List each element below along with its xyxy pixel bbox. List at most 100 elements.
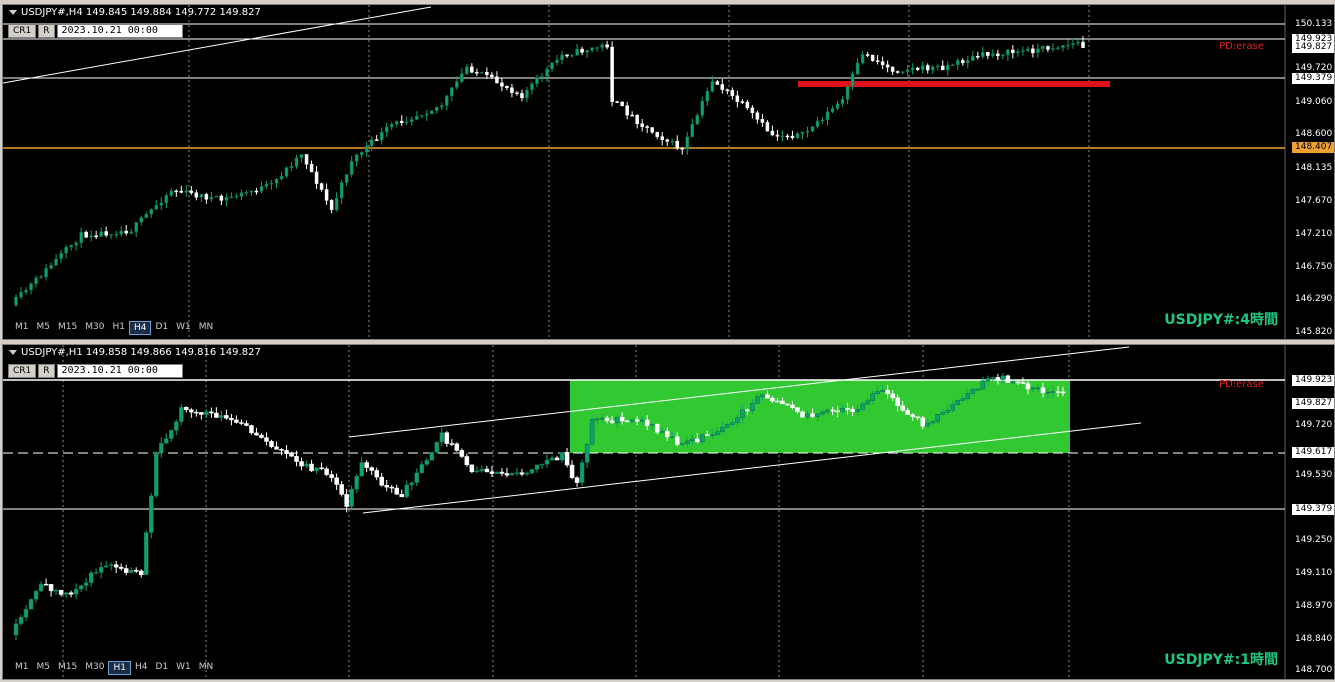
timeframe-h4[interactable]: H4: [128, 321, 152, 335]
candle-body: [971, 56, 975, 61]
candle-body: [980, 380, 986, 390]
candle-body: [635, 115, 639, 125]
candle-body: [374, 470, 379, 478]
candle-body: [159, 202, 164, 206]
candle-body: [534, 464, 540, 470]
candle-body: [835, 103, 840, 109]
candle-body: [960, 398, 966, 401]
timeframe-m5[interactable]: M5: [33, 661, 55, 675]
candle-body: [1031, 48, 1035, 54]
candle-body: [710, 81, 715, 92]
candle-body: [1066, 44, 1070, 47]
candle-body: [830, 409, 835, 412]
candle-body: [795, 133, 800, 139]
candle-body: [500, 82, 504, 87]
candle-body: [930, 66, 935, 71]
candle-body: [514, 472, 520, 474]
candle-body: [194, 192, 199, 198]
collapse-icon[interactable]: [9, 349, 17, 355]
candle-body: [425, 113, 429, 116]
candle-body: [394, 487, 399, 495]
candle-body: [254, 432, 259, 436]
candle-body: [274, 178, 279, 184]
candle-body: [685, 440, 690, 444]
candle-body: [925, 422, 930, 427]
candle-body: [675, 436, 680, 445]
pd-erase-label[interactable]: PD:erase: [1219, 379, 1264, 390]
candle-body: [39, 276, 43, 279]
chart-watermark: USDJPY#:1時間: [1164, 652, 1278, 668]
candle-body: [555, 59, 559, 64]
chart-pane-h1[interactable]: USDJPY#,H1 149.858 149.866 149.816 149.8…: [2, 344, 1335, 680]
candle-body: [314, 171, 319, 184]
timeframe-mn[interactable]: MN: [195, 661, 218, 675]
cr1-button[interactable]: CR1: [8, 364, 37, 378]
candle-body: [609, 420, 615, 424]
candle-body: [1051, 48, 1055, 50]
price-label: 149.379: [1292, 504, 1334, 515]
candle-body: [359, 462, 364, 477]
candle-body: [1035, 387, 1041, 390]
timeframe-h1[interactable]: H1: [108, 661, 131, 675]
candle-body: [515, 92, 519, 95]
candle-body: [264, 183, 269, 187]
candle-body: [1005, 375, 1011, 383]
timeframe-m5[interactable]: M5: [33, 321, 55, 335]
timeframe-m1[interactable]: M1: [11, 321, 33, 335]
candle-body: [996, 53, 1000, 57]
candle-body: [480, 72, 484, 74]
timeframe-h4[interactable]: H4: [131, 661, 152, 675]
candle-body: [64, 246, 68, 254]
candle-body: [935, 414, 941, 422]
timeframe-mn[interactable]: MN: [195, 321, 218, 335]
candle-body: [94, 235, 98, 238]
candle-body: [399, 493, 404, 498]
candle-body: [48, 584, 54, 592]
h1-chart-canvas[interactable]: [3, 345, 1334, 679]
r-button[interactable]: R: [38, 24, 55, 38]
candle-body: [910, 67, 915, 71]
candle-body: [44, 268, 48, 278]
candle-body: [570, 55, 574, 57]
r-button[interactable]: R: [38, 364, 55, 378]
candle-body: [434, 441, 440, 453]
timeframe-m1[interactable]: M1: [11, 661, 33, 675]
timeframe-d1[interactable]: D1: [151, 661, 172, 675]
candle-body: [465, 66, 469, 74]
candle-body: [955, 400, 961, 405]
candle-body: [1076, 41, 1080, 44]
timeframe-m30[interactable]: M30: [81, 321, 108, 335]
timeframe-m30[interactable]: M30: [81, 661, 108, 675]
candle-body: [19, 292, 23, 298]
timeframe-d1[interactable]: D1: [151, 321, 172, 335]
timeframe-w1[interactable]: W1: [172, 661, 195, 675]
candle-body: [214, 412, 219, 418]
candle-body: [590, 47, 594, 51]
candle-body: [1015, 381, 1021, 384]
candle-body: [339, 182, 344, 199]
candle-body: [279, 449, 284, 451]
timeframe-w1[interactable]: W1: [172, 321, 195, 335]
candle-body: [605, 44, 609, 48]
candle-body: [304, 463, 309, 467]
chart-pane-h4[interactable]: USDJPY#,H4 149.845 149.884 149.772 149.8…: [2, 4, 1335, 340]
candle-body: [450, 87, 454, 97]
candle-body: [1040, 387, 1046, 394]
timeframe-m15[interactable]: M15: [54, 661, 81, 675]
date-input[interactable]: 2023.10.21 00:00: [56, 364, 183, 378]
candle-body: [244, 192, 249, 194]
candle-body: [259, 434, 264, 438]
candle-body: [1021, 50, 1025, 52]
candle-body: [384, 485, 389, 488]
timeframe-m15[interactable]: M15: [54, 321, 81, 335]
pd-erase-label[interactable]: PD:erase: [1219, 41, 1264, 52]
candle-body: [445, 95, 449, 106]
candle-body: [409, 482, 415, 486]
h4-chart-canvas[interactable]: [3, 5, 1334, 339]
candle-body: [584, 443, 590, 463]
candle-body: [745, 409, 750, 412]
date-input[interactable]: 2023.10.21 00:00: [56, 24, 183, 38]
timeframe-h1[interactable]: H1: [108, 321, 129, 335]
collapse-icon[interactable]: [9, 9, 17, 15]
cr1-button[interactable]: CR1: [8, 24, 37, 38]
